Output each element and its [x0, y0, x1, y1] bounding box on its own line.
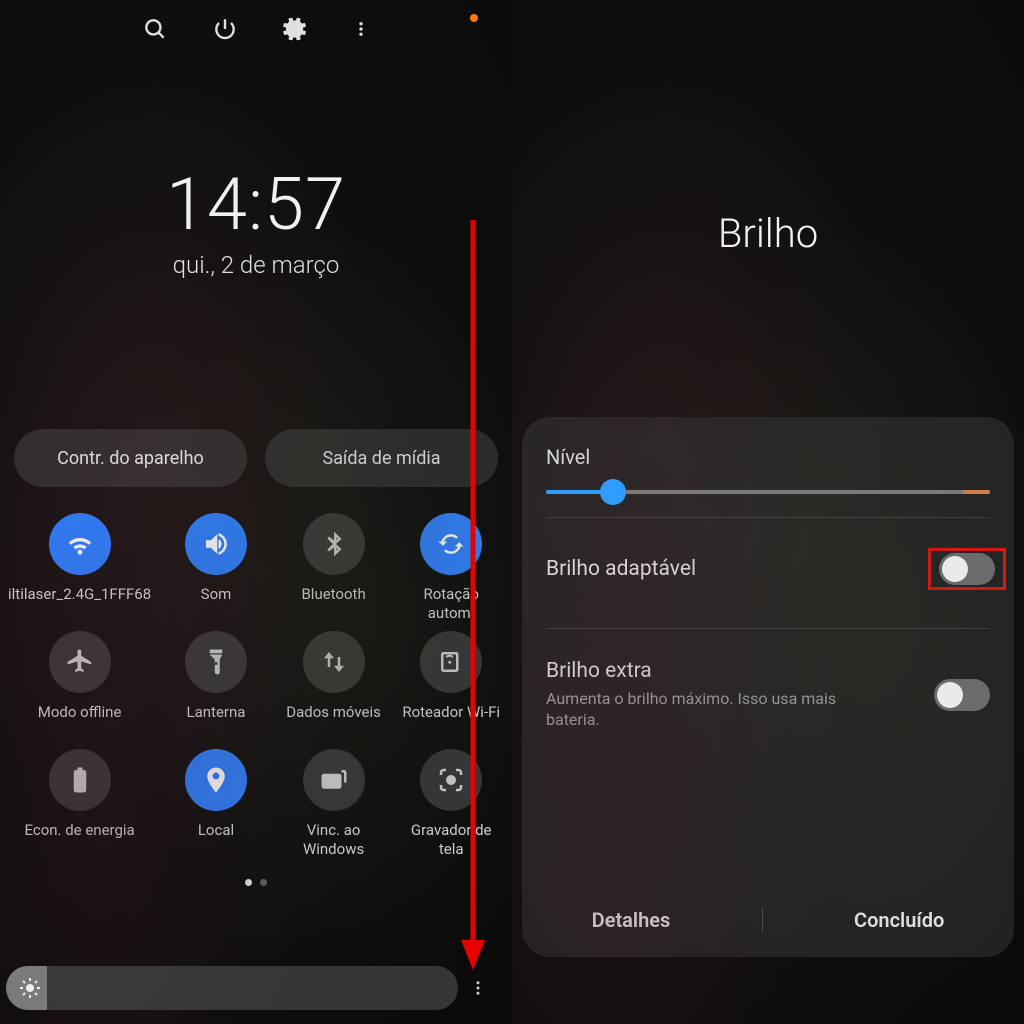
level-slider[interactable] — [546, 487, 990, 497]
extra-sub: Aumenta o brilho máximo. Isso usa mais b… — [546, 689, 866, 731]
battery-icon — [49, 749, 111, 811]
volume-icon — [185, 513, 247, 575]
more-icon[interactable] — [352, 16, 370, 42]
clock-date: qui., 2 de março — [0, 251, 512, 279]
level-label: Nível — [546, 445, 990, 469]
bluetooth-icon — [303, 513, 365, 575]
footer-divider — [762, 907, 763, 933]
location-icon — [185, 749, 247, 811]
airplane-icon — [49, 631, 111, 693]
sun-icon — [18, 976, 42, 1000]
tile-label: Local — [196, 821, 236, 859]
tile-label: Gravador de tela — [396, 821, 506, 859]
tile-label: Som — [199, 585, 234, 623]
tile-label: Vinc. ao Windows — [279, 821, 389, 859]
brightness-slider[interactable] — [6, 966, 458, 1010]
panel-title: Brilho — [512, 210, 1024, 257]
tile-label: Modo offline — [36, 703, 124, 741]
wifi-icon — [49, 513, 111, 575]
brightness-panel: Brilho Nível Brilho adaptável — [512, 0, 1024, 1024]
tile-label: Dados móveis — [284, 703, 383, 741]
annotation-highlight — [928, 548, 1006, 590]
tile-airplane[interactable]: Modo offline — [6, 631, 153, 741]
brightness-more-icon[interactable] — [458, 979, 498, 997]
adaptive-label: Brilho adaptável — [546, 557, 914, 581]
media-output-button[interactable]: Saída de mídia — [265, 429, 498, 487]
tile-sound[interactable]: Som — [161, 513, 271, 623]
tile-label: iltilaser_2.4G_1FFF68 — [6, 585, 153, 623]
brightness-card: Nível Brilho adaptável Brilho extra — [522, 417, 1014, 957]
clock-time: 14:57 — [0, 162, 512, 247]
hotspot-icon — [420, 631, 482, 693]
tile-recorder[interactable]: Gravador de tela — [396, 749, 506, 859]
tile-label: Econ. de energia — [22, 821, 136, 859]
extra-label: Brilho extra — [546, 659, 920, 683]
gear-icon[interactable] — [282, 16, 308, 42]
search-icon[interactable] — [142, 16, 168, 42]
record-icon — [420, 749, 482, 811]
data-icon — [303, 631, 365, 693]
card-footer: Detalhes Concluído — [546, 889, 990, 941]
tile-wifi[interactable]: iltilaser_2.4G_1FFF68 — [6, 513, 153, 623]
level-section: Nível — [546, 445, 990, 518]
topbar — [0, 0, 512, 58]
notification-dot-icon — [470, 14, 478, 22]
clock-block: 14:57 qui., 2 de março — [0, 162, 512, 279]
tile-flashlight[interactable]: Lanterna — [161, 631, 271, 741]
power-icon[interactable] — [212, 16, 238, 42]
windows-icon — [303, 749, 365, 811]
flashlight-icon — [185, 631, 247, 693]
tile-label: Bluetooth — [299, 585, 367, 623]
adaptive-toggle[interactable] — [939, 553, 995, 585]
tile-grid: iltilaser_2.4G_1FFF68 Som Bluetooth Rotação… — [0, 487, 512, 859]
adaptive-row: Brilho adaptável — [546, 536, 990, 629]
device-controls-button[interactable]: Contr. do aparelho — [14, 429, 247, 487]
tile-rotation[interactable]: Rotação autom. — [396, 513, 506, 623]
tile-battery[interactable]: Econ. de energia — [6, 749, 153, 859]
done-button[interactable]: Concluído — [854, 908, 944, 932]
tile-label: Rotação autom. — [396, 585, 506, 623]
rotate-icon — [420, 513, 482, 575]
tile-label: Lanterna — [185, 703, 248, 741]
page-indicator — [0, 879, 512, 886]
brightness-bar — [0, 962, 512, 1014]
quick-settings-panel: 14:57 qui., 2 de março Contr. do aparelh… — [0, 0, 512, 1024]
tile-location[interactable]: Local — [161, 749, 271, 859]
pill-row: Contr. do aparelho Saída de mídia — [0, 429, 512, 487]
tile-label: Roteador Wi-Fi — [400, 703, 502, 741]
extra-toggle[interactable] — [934, 679, 990, 711]
tile-windows[interactable]: Vinc. ao Windows — [279, 749, 389, 859]
tile-data[interactable]: Dados móveis — [279, 631, 389, 741]
details-button[interactable]: Detalhes — [592, 908, 671, 932]
tile-bluetooth[interactable]: Bluetooth — [279, 513, 389, 623]
extra-row: Brilho extra Aumenta o brilho máximo. Is… — [546, 647, 990, 749]
tile-hotspot[interactable]: Roteador Wi-Fi — [396, 631, 506, 741]
